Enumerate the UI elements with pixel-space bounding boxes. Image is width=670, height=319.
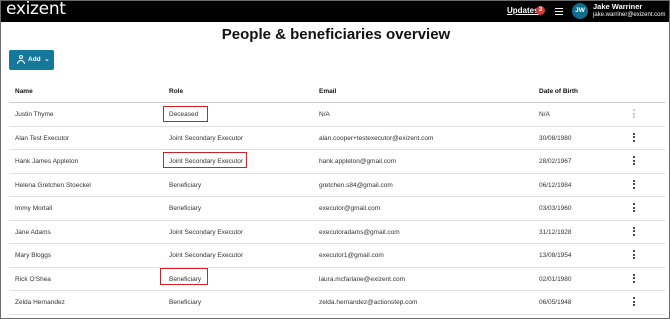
person-name: Zelda Hernandez [15,299,65,306]
table-row[interactable]: Hank James Appleton Joint Secondary Exec… [9,150,665,174]
person-email: hank.appleton@gmail.com [319,158,397,165]
person-role: Joint Secondary Executor [169,134,244,142]
avatar[interactable]: JW [572,3,588,19]
highlight-box-beneficiary [160,268,208,285]
user-name: Jake Warriner [593,2,643,11]
person-role: Joint Secondary Executor [169,252,244,259]
table-row[interactable]: Rick O'Shea Beneficiary laura.mcfarlane@… [9,268,665,291]
table-header: Name Role Email Date of Birth [9,81,665,103]
person-name: Helena Gretchen Stoeckel [15,181,91,189]
person-dob: 31/12/1928 [539,228,572,236]
person-email: alan.cooper+testexecutor@exizent.com [319,134,434,142]
add-person-icon [17,55,25,65]
person-name: Hank James Appleton [15,158,79,165]
more-options-icon[interactable] [629,250,639,262]
table-row[interactable]: Mary Bloggs Joint Secondary Executor exe… [9,244,665,268]
person-name: Rick O'Shea [15,275,51,283]
more-options-icon[interactable] [629,156,639,168]
person-dob: 28/02/1967 [539,158,572,165]
person-email: laura.mcfarlane@exizent.com [319,275,406,283]
table-row[interactable]: Justin Thyme Deceased N/A N/A [9,103,665,127]
person-email: zelda.hernandez@actionstep.com [319,299,418,306]
person-name: Justin Thyme [15,111,54,118]
updates-count-badge: 3 [536,6,545,15]
column-header-dob: Date of Birth [539,88,578,95]
more-options-icon [629,109,639,121]
person-dob: 03/03/1960 [539,205,572,212]
updates-link[interactable]: Updates [507,6,539,15]
highlight-box-joint-secondary-executor [163,152,247,168]
person-role: Joint Secondary Executor [169,228,244,236]
table-row[interactable]: Alan Test Executor Joint Secondary Execu… [9,127,665,150]
table-row[interactable]: Jane Adams Joint Secondary Executor exec… [9,221,665,244]
exizent-logo[interactable]: exizent [6,1,66,19]
person-dob: 30/08/1980 [539,134,572,142]
person-email: executoradams@gmail.com [319,228,400,236]
column-header-name: Name [15,88,33,95]
person-dob: 06/05/1948 [539,299,572,306]
chevron-down-icon: ⌄ [44,56,50,63]
column-header-role: Role [169,88,184,95]
person-name: Alan Test Executor [15,134,70,142]
add-button-label: Add [28,56,41,63]
person-email: executor1@gmail.com [319,252,384,259]
person-role: Beneficiary [169,181,202,189]
person-role: Beneficiary [169,205,202,212]
table-row[interactable]: Helena Gretchen Stoeckel Beneficiary gre… [9,174,665,197]
highlight-box-deceased [163,106,208,122]
person-dob: 13/08/1954 [539,252,572,259]
person-dob: 06/12/1984 [539,181,572,189]
people-table: Name Role Email Date of Birth Justin Thy… [9,81,665,315]
person-role: Beneficiary [169,299,202,306]
list-icon[interactable] [555,8,563,15]
user-email: jake.warriner@exizent.com [593,12,666,18]
more-options-icon[interactable] [629,132,639,145]
app-frame: exizent Updates 3 JW Jake Warriner jake.… [0,0,670,319]
more-options-icon[interactable] [629,273,639,286]
table-row[interactable]: Zelda Hernandez Beneficiary zelda.hernan… [9,291,665,315]
more-options-icon[interactable] [629,179,639,192]
more-options-icon[interactable] [629,203,639,215]
more-options-icon[interactable] [629,226,639,239]
add-button[interactable]: Add ⌄ [9,50,54,70]
person-email: executor@gmail.com [319,205,381,212]
top-bar: exizent Updates 3 JW Jake Warriner jake.… [1,1,669,22]
person-name: Jane Adams [15,228,51,236]
page-title: People & beneficiaries overview [221,26,451,43]
person-email: N/A [319,111,330,118]
column-header-email: Email [319,88,337,95]
person-name: Immy Mortall [15,205,53,212]
more-options-icon[interactable] [629,297,639,309]
person-dob: N/A [539,111,550,118]
table-row[interactable]: Immy Mortall Beneficiary executor@gmail.… [9,197,665,221]
person-dob: 02/01/1980 [539,275,572,283]
person-name: Mary Bloggs [15,252,52,259]
person-email: gretchen.s84@gmail.com [319,181,393,189]
